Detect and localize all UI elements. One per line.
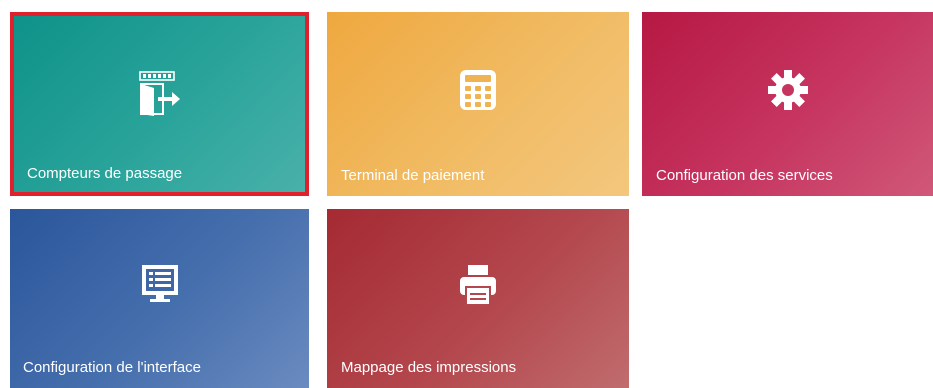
- monitor-list-icon: [130, 255, 190, 315]
- counter-exit-icon: [130, 64, 190, 124]
- printer-icon: [448, 255, 508, 315]
- tile-mappage-des-impressions[interactable]: Mappage des impressions: [327, 209, 629, 388]
- tile-label: Mappage des impressions: [341, 359, 517, 376]
- calculator-icon: [448, 60, 508, 120]
- tile-label: Configuration des services: [656, 167, 833, 184]
- tile-label: Configuration de l'interface: [23, 359, 201, 376]
- tile-configuration-de-linterface[interactable]: Configuration de l'interface: [10, 209, 309, 388]
- tile-label: Compteurs de passage: [27, 165, 183, 182]
- gear-icon: [758, 60, 818, 120]
- tile-terminal-de-paiement[interactable]: Terminal de paiement: [327, 12, 629, 196]
- tile-configuration-des-services[interactable]: Configuration des services: [642, 12, 933, 196]
- tile-label: Terminal de paiement: [341, 167, 485, 184]
- tile-compteurs-de-passage[interactable]: Compteurs de passage: [10, 12, 309, 196]
- tile-grid: Compteurs de passage Terminal de paiemen…: [0, 0, 933, 388]
